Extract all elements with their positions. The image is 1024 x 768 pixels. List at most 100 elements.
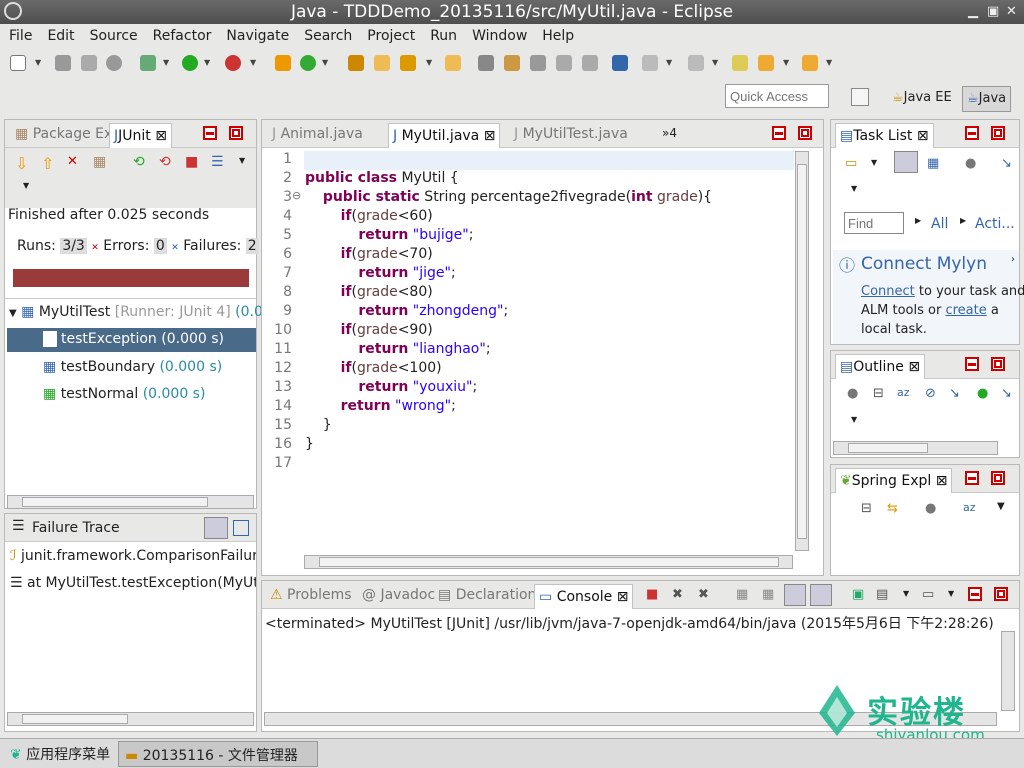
chevron-down-icon[interactable]: ▼ (35, 58, 41, 67)
run-icon[interactable] (182, 55, 198, 71)
tab-javadoc[interactable]: @ Javadoc (358, 586, 439, 608)
rerun-icon[interactable]: ⟲ (133, 154, 145, 170)
save-all-icon[interactable] (81, 55, 97, 71)
connect-link[interactable]: Connect (861, 284, 915, 299)
close-icon[interactable]: ⊠ (484, 128, 496, 144)
display-console-icon[interactable]: ▤ (876, 587, 888, 602)
tab-package-explorer[interactable]: ▦ Package Ex (11, 125, 116, 147)
external-tools-icon[interactable] (225, 55, 241, 71)
maximize-icon[interactable]: ▣ (987, 4, 999, 19)
minimize-view-button[interactable] (965, 357, 979, 371)
show-failures-only-icon[interactable]: ✕ (67, 154, 78, 169)
scroll-lock-icon[interactable]: ▦ (762, 587, 774, 602)
find-input[interactable] (844, 212, 904, 234)
activate-link[interactable]: Acti... (975, 216, 1015, 232)
hide-nonpublic-icon[interactable]: ● (977, 386, 988, 401)
hide-local-icon[interactable]: ↘ (1001, 386, 1012, 401)
chevron-down-icon[interactable]: ▼ (871, 158, 877, 167)
close-icon[interactable]: ⊠ (617, 589, 629, 605)
tab-console[interactable]: ▭ Console ⊠ (534, 584, 634, 609)
menu-refactor[interactable]: Refactor (144, 26, 218, 44)
new-icon[interactable] (10, 55, 26, 71)
menu-window[interactable]: Window (463, 26, 533, 44)
minimize-view-button[interactable] (965, 126, 979, 140)
focus-icon[interactable]: ● (965, 156, 976, 171)
tab-declaration[interactable]: ▤ Declaration (434, 586, 540, 608)
test-suite-node[interactable]: ▼ ▦ MyUtilTest [Runner: JUnit 4] (0.00 (9, 304, 272, 320)
open-task-icon[interactable] (445, 55, 461, 71)
toggle-mark-icon[interactable] (478, 55, 494, 71)
new-java-project-icon[interactable] (275, 55, 291, 71)
open-perspective-icon[interactable] (851, 88, 869, 106)
search-tool-icon[interactable] (400, 55, 416, 71)
menu-project[interactable]: Project (358, 26, 421, 44)
chevron-down-icon[interactable]: ▼ (948, 589, 954, 598)
perspective-java[interactable]: ☕Java (962, 86, 1012, 112)
sort-icon[interactable]: az (963, 501, 976, 514)
open-folder-icon[interactable] (374, 55, 390, 71)
menu-file[interactable]: File (0, 26, 38, 44)
horizontal-scrollbar[interactable] (7, 495, 254, 509)
clear-console-icon[interactable]: ▦ (736, 587, 748, 602)
view-menu-icon[interactable]: ▼ (851, 184, 857, 193)
maximize-view-button[interactable] (991, 357, 1005, 371)
rerun-failed-icon[interactable]: ⟲ (159, 154, 171, 170)
link-editor-icon[interactable]: ⇆ (887, 501, 898, 516)
forward-icon[interactable] (802, 55, 818, 71)
focus-icon[interactable]: ● (925, 501, 936, 516)
prev-annotation-icon[interactable] (688, 55, 704, 71)
minimize-view-button[interactable] (772, 126, 786, 140)
next-failure-icon[interactable]: ⇩ (15, 154, 28, 173)
print-icon[interactable] (106, 55, 122, 71)
prev-failure-icon[interactable]: ⇧ (41, 154, 54, 173)
remove-all-icon[interactable]: ✖ (698, 587, 709, 602)
menu-navigate[interactable]: Navigate (217, 26, 295, 44)
hide-fields-icon[interactable]: ⊘ (925, 386, 936, 401)
minimize-view-button[interactable] (965, 471, 979, 485)
categorized-icon[interactable] (894, 151, 918, 173)
code-area[interactable]: public class MyUtil { public static Stri… (305, 151, 795, 511)
collapse-all-icon[interactable]: ⊟ (873, 386, 884, 401)
pin-console-icon[interactable]: ▣ (852, 587, 864, 602)
horizontal-scrollbar[interactable] (833, 441, 998, 455)
stop-icon[interactable]: ■ (185, 154, 198, 170)
tab-junit[interactable]: JJUnit ⊠ (109, 123, 172, 148)
minimize-icon[interactable]: ▁ (968, 4, 978, 19)
sort-icon[interactable]: az (897, 386, 910, 399)
next-annotation-icon[interactable] (642, 55, 658, 71)
view-menu-icon[interactable]: ▼ (851, 415, 857, 424)
debug-icon[interactable] (140, 55, 156, 71)
quick-access-input[interactable] (725, 84, 829, 108)
applications-menu-button[interactable]: ❦ 应用程序菜单 (4, 742, 116, 766)
show-on-error-icon[interactable] (810, 584, 832, 606)
compare-icon[interactable] (233, 520, 249, 536)
collapse-all-icon[interactable]: ⊟ (861, 501, 872, 516)
all-link[interactable]: All (931, 216, 948, 232)
back-icon[interactable] (758, 55, 774, 71)
maximize-view-button[interactable] (991, 126, 1005, 140)
save-icon[interactable] (55, 55, 71, 71)
fold-icon[interactable]: ⊖ (292, 189, 301, 202)
menu-help[interactable]: Help (533, 26, 580, 44)
new-class-icon[interactable] (300, 55, 316, 71)
trace-line[interactable]: ☰ at MyUtilTest.testException(MyUtil (10, 575, 256, 591)
minimize-view-button[interactable] (203, 126, 217, 140)
focus-icon[interactable]: ● (847, 386, 858, 401)
menu-source[interactable]: Source (81, 26, 144, 44)
test-item-testException[interactable]: testException (0.000 s) (7, 328, 256, 352)
pencil-icon[interactable] (504, 55, 520, 71)
close-icon[interactable]: ⊠ (908, 359, 920, 375)
maximize-view-button[interactable] (991, 471, 1005, 485)
maximize-view-button[interactable] (229, 126, 243, 140)
hide-static-icon[interactable]: ↘ (949, 386, 960, 401)
trace-line[interactable]: ℐ junit.framework.ComparisonFailure (10, 548, 256, 564)
test-item-testNormal[interactable]: ▦ testNormal (0.000 s) (43, 386, 205, 402)
taskbar-window-file-manager[interactable]: ▬ 20135116 - 文件管理器 (118, 741, 318, 767)
terminate-icon[interactable]: ■ (646, 587, 658, 602)
perspective-java-ee[interactable]: ☕Java EE (888, 86, 956, 112)
menu-edit[interactable]: Edit (38, 26, 80, 44)
history-icon[interactable]: ☰ (211, 154, 224, 170)
close-icon[interactable]: ⊠ (917, 128, 929, 144)
vertical-scrollbar[interactable] (795, 151, 809, 551)
scroll-lock-icon[interactable]: ▦ (93, 154, 106, 170)
